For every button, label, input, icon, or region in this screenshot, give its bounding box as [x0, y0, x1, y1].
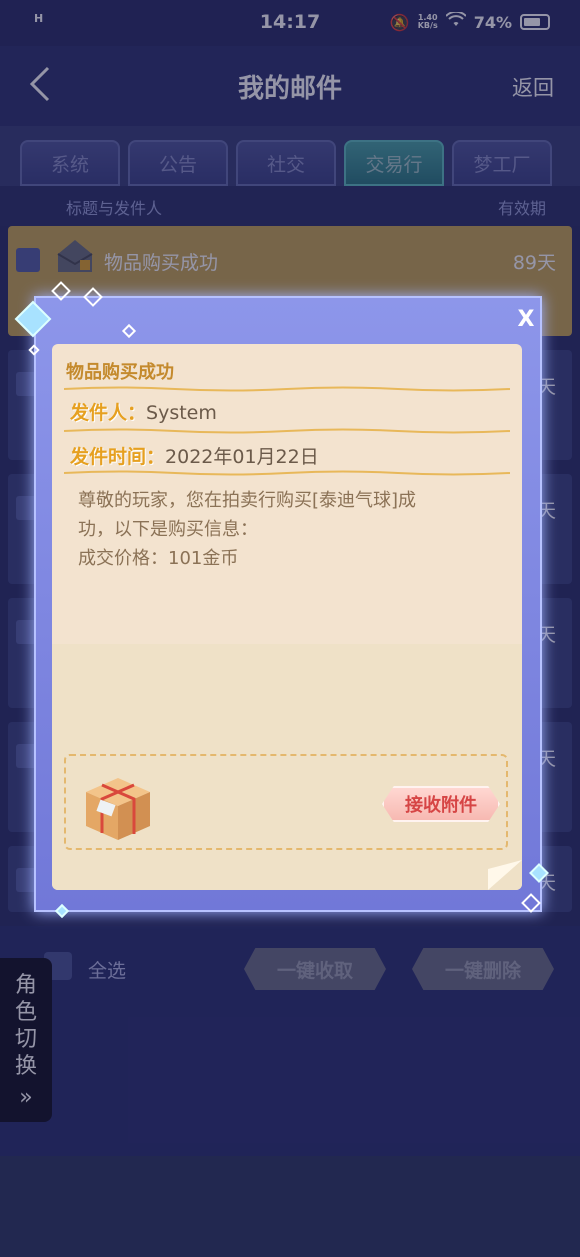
mail-body: 尊敬的玩家，您在拍卖行购买[泰迪气球]成 功，以下是购买信息： 成交价格：101…: [78, 486, 498, 573]
sender-row: 发件人：System: [70, 398, 217, 425]
attachment-area: 接收附件: [64, 754, 508, 850]
time-row: 发件时间：2022年01月22日: [70, 442, 319, 469]
sender-value: System: [146, 402, 217, 424]
gift-box-icon[interactable]: [78, 764, 158, 844]
close-icon[interactable]: X: [510, 304, 542, 336]
mail-detail-modal: 物品购买成功 发件人：System 发件时间：2022年01月22日 尊敬的玩家…: [52, 344, 522, 890]
time-value: 2022年01月22日: [165, 446, 319, 468]
body-line: 尊敬的玩家，您在拍卖行购买[泰迪气球]成: [78, 490, 417, 511]
body-line: 功，以下是购买信息：: [78, 519, 258, 540]
body-line: 成交价格：101金币: [78, 548, 239, 569]
sender-label: 发件人：: [70, 402, 147, 424]
divider: [64, 470, 510, 476]
receive-attachment-button[interactable]: 接收附件: [382, 786, 500, 822]
divider: [64, 386, 510, 392]
time-label: 发件时间：: [70, 446, 166, 468]
modal-title: 物品购买成功: [66, 362, 174, 383]
divider: [64, 428, 510, 434]
